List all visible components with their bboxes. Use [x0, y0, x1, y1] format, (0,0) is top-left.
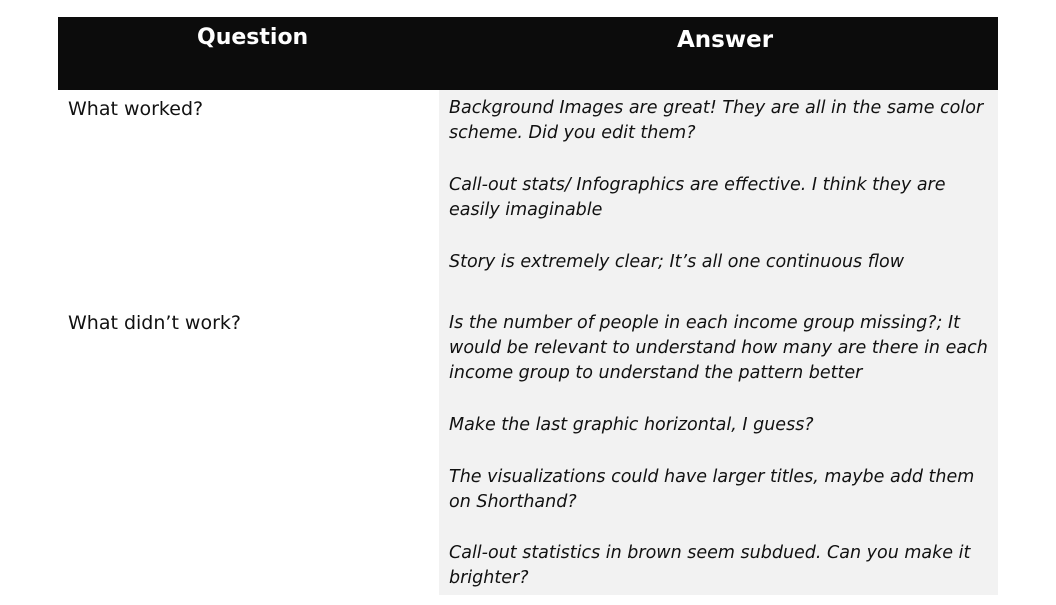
table-row: What worked? Background Images are great…: [58, 90, 998, 300]
table-header: Question Answer: [58, 17, 998, 90]
answer-item: Call-out statistics in brown seem subdue…: [449, 543, 971, 588]
answer-cell: Is the number of people in each income g…: [439, 300, 998, 595]
answer-item: Is the number of people in each income g…: [449, 313, 988, 383]
answer-item: The visualizations could have larger tit…: [449, 467, 975, 512]
table-row: What didn’t work? Is the number of peopl…: [58, 300, 998, 595]
header-question: Question: [197, 25, 309, 50]
answer-item: Call-out stats/ Infographics are effecti…: [449, 175, 946, 220]
question-cell: What didn’t work?: [68, 312, 241, 334]
answer-item: Make the last graphic horizontal, I gues…: [449, 415, 814, 435]
question-cell: What worked?: [68, 98, 204, 120]
answer-cell: Background Images are great! They are al…: [439, 90, 998, 300]
answer-item: Background Images are great! They are al…: [449, 98, 984, 143]
answer-item: Story is extremely clear; It’s all one c…: [449, 252, 905, 272]
header-answer: Answer: [677, 27, 774, 53]
feedback-table: Question Answer What worked? Background …: [58, 17, 998, 595]
